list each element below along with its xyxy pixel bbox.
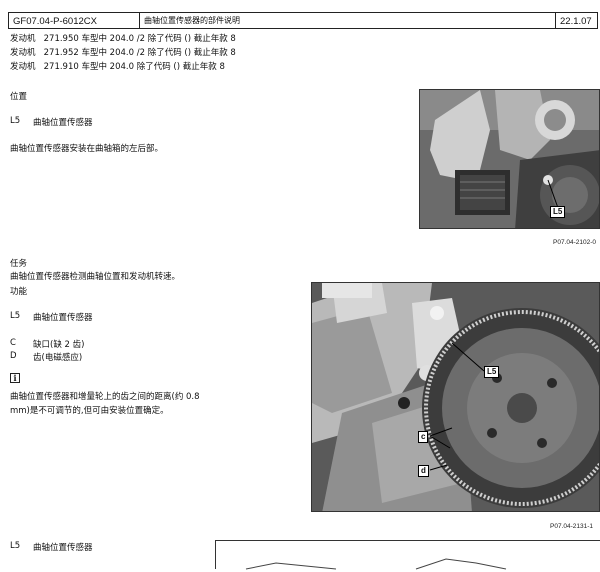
figure2-callout-d: d (418, 465, 429, 477)
function-heading: 功能 (10, 287, 28, 297)
note-line: 曲轴位置传感器和增量轮上的齿之间的距离(约 0.8 (10, 392, 200, 402)
engine-text: 271.952 车型中 204.0 /2 除了代码 () 截止年款 8 (43, 48, 236, 58)
engine-line: 发动机 271.950 车型中 204.0 /2 除了代码 () 截止年款 8 (10, 32, 236, 44)
task-heading: 任务 (10, 259, 28, 269)
flywheel-sensor-figure: L5 c d (311, 282, 600, 512)
doc-title: 曲轴位置传感器的部件说明 (140, 13, 556, 28)
next-figure-illustration (245, 558, 507, 570)
figure1-callout-l5: L5 (550, 206, 566, 218)
bottom-item-name: 曲轴位置传感器 (33, 543, 93, 553)
flywheel-sensor-illustration (312, 283, 599, 511)
legend-text: 齿(电磁感应) (33, 353, 83, 363)
location-description: 曲轴位置传感器安装在曲轴箱的左后部。 (10, 144, 164, 154)
bottom-item-code: L5 (10, 541, 21, 551)
document-header: GF07.04-P-6012CX 曲轴位置传感器的部件说明 22.1.07 (8, 12, 598, 29)
location-heading: 位置 (10, 92, 28, 102)
legend-code: C (10, 338, 16, 348)
engine-text: 271.910 车型中 204.0 除了代码 () 截止年款 8 (43, 62, 225, 72)
note-line: mm)是不可调节的,但可由安装位置确定。 (10, 406, 169, 416)
info-icon: i (10, 373, 20, 383)
engine-location-figure: L5 (419, 89, 600, 229)
engine-line: 发动机 271.910 车型中 204.0 除了代码 () 截止年款 8 (10, 60, 225, 72)
doc-code: GF07.04-P-6012CX (9, 13, 140, 28)
location-item-code: L5 (10, 116, 21, 126)
engine-label: 发动机 (10, 62, 36, 72)
function-item-name: 曲轴位置传感器 (33, 313, 93, 323)
next-figure-frame (215, 540, 600, 570)
engine-label: 发动机 (10, 34, 36, 44)
task-description: 曲轴位置传感器检测曲轴位置和发动机转速。 (10, 272, 181, 282)
legend-text: 缺口(缺 2 齿) (33, 340, 85, 350)
figure2-callout-c: c (418, 431, 429, 443)
figure2-callout-l5: L5 (484, 366, 500, 378)
location-item-name: 曲轴位置传感器 (33, 118, 93, 128)
doc-date: 22.1.07 (560, 16, 592, 27)
engine-text: 271.950 车型中 204.0 /2 除了代码 () 截止年款 8 (43, 34, 236, 44)
legend-code: D (10, 351, 17, 361)
figure2-caption: P07.04-2131-1 (550, 523, 594, 530)
engine-label: 发动机 (10, 48, 36, 58)
engine-location-illustration (420, 90, 599, 228)
engine-line: 发动机 271.952 车型中 204.0 /2 除了代码 () 截止年款 8 (10, 46, 236, 58)
function-item-code: L5 (10, 311, 21, 321)
figure1-caption: P07.04-2102-0 (553, 239, 597, 246)
